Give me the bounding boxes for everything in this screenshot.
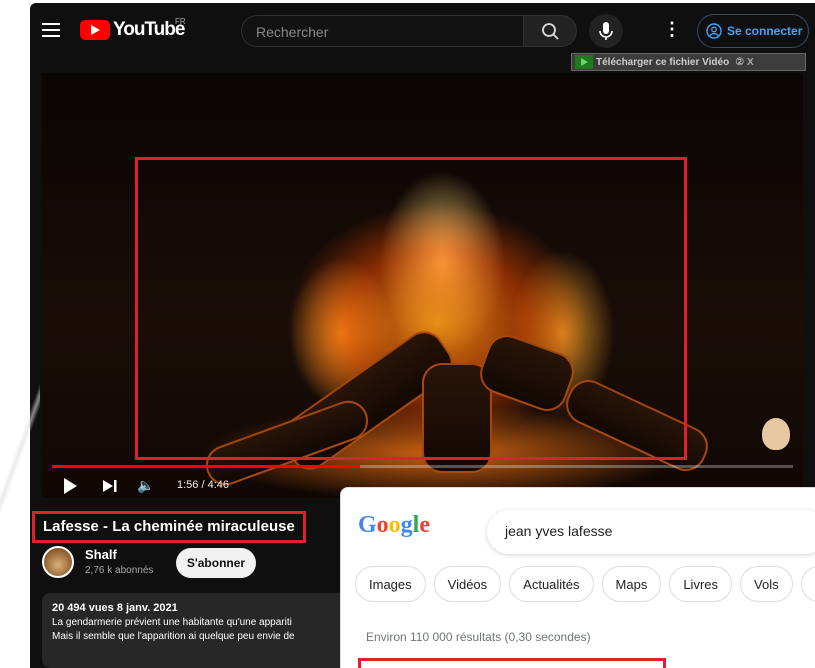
- youtube-play-logo-icon: [80, 20, 110, 40]
- filter-chip-vidéos[interactable]: Vidéos: [433, 566, 502, 602]
- annotation-frame-video: [135, 157, 687, 460]
- account-icon: [706, 23, 722, 39]
- subscribe-button[interactable]: S'abonner: [176, 548, 256, 578]
- youtube-logo[interactable]: YouTube: [80, 19, 185, 41]
- hamburger-menu-icon[interactable]: [42, 23, 60, 37]
- download-extra-controls[interactable]: ② X: [735, 57, 753, 68]
- filter-chip-images[interactable]: Images: [355, 566, 426, 602]
- filter-chip-livres[interactable]: Livres: [669, 566, 733, 602]
- decorative-overlay: [0, 380, 40, 520]
- progress-fill: [52, 465, 360, 468]
- result-stats: Environ 110 000 résultats (0,30 secondes…: [366, 630, 591, 644]
- filter-chip-actualités[interactable]: Actualités: [509, 566, 594, 602]
- download-arrow-icon: [575, 55, 593, 69]
- view-stats: 20 494 vues 8 janv. 2021: [52, 602, 178, 614]
- search-input[interactable]: Rechercher: [241, 15, 524, 47]
- google-search-input[interactable]: jean yves lafesse: [487, 510, 815, 554]
- annotation-frame-title: Lafesse - La cheminée miraculeuse: [32, 511, 306, 543]
- microphone-icon: [599, 22, 613, 40]
- video-player[interactable]: [42, 73, 803, 498]
- play-icon[interactable]: [64, 478, 77, 494]
- progress-bar[interactable]: [52, 465, 793, 468]
- video-title: Lafesse - La cheminée miraculeuse: [43, 518, 295, 535]
- youtube-header: YouTube FR Rechercher ⋮ Se connecter: [30, 3, 815, 55]
- time-display: 1:56 / 4:46: [177, 479, 229, 491]
- subscriber-count: 2,76 k abonnés: [85, 565, 154, 576]
- search-icon: [542, 23, 559, 40]
- channel-avatar[interactable]: [42, 546, 74, 578]
- annotation-frame-result: [358, 658, 666, 668]
- description-box[interactable]: 20 494 vues 8 janv. 2021 La gendarmerie …: [42, 593, 362, 668]
- volume-icon[interactable]: 🔈: [137, 477, 154, 494]
- signin-button[interactable]: Se connecter: [697, 14, 809, 48]
- download-label: Télécharger ce fichier Vidéo: [596, 56, 730, 68]
- description-line: La gendarmerie prévient une habitante qu…: [52, 617, 292, 628]
- filter-chip-vols[interactable]: Vols: [740, 566, 793, 602]
- egg-watermark-icon: [762, 418, 790, 450]
- filter-chip-fi[interactable]: Fi: [800, 566, 815, 602]
- voice-search-button[interactable]: [589, 14, 623, 48]
- channel-name[interactable]: Shalf: [85, 547, 117, 562]
- next-icon[interactable]: [102, 478, 118, 494]
- google-logo[interactable]: Google: [358, 512, 430, 539]
- region-code: FR: [175, 17, 186, 26]
- filter-chip-maps[interactable]: Maps: [601, 566, 662, 602]
- more-options-icon[interactable]: ⋮: [663, 19, 681, 40]
- download-video-bar[interactable]: Télécharger ce fichier Vidéo ② X: [571, 53, 806, 71]
- search-filter-chips: ImagesVidéosActualitésMapsLivresVolsFi: [355, 566, 815, 602]
- description-line: Mais il semble que l'apparition ai quelq…: [52, 631, 295, 642]
- signin-label: Se connecter: [727, 24, 803, 38]
- youtube-logo-text: YouTube: [113, 19, 185, 40]
- search-button[interactable]: [523, 15, 577, 47]
- google-window: Google jean yves lafesse Images Vidéos Act…: [340, 487, 815, 668]
